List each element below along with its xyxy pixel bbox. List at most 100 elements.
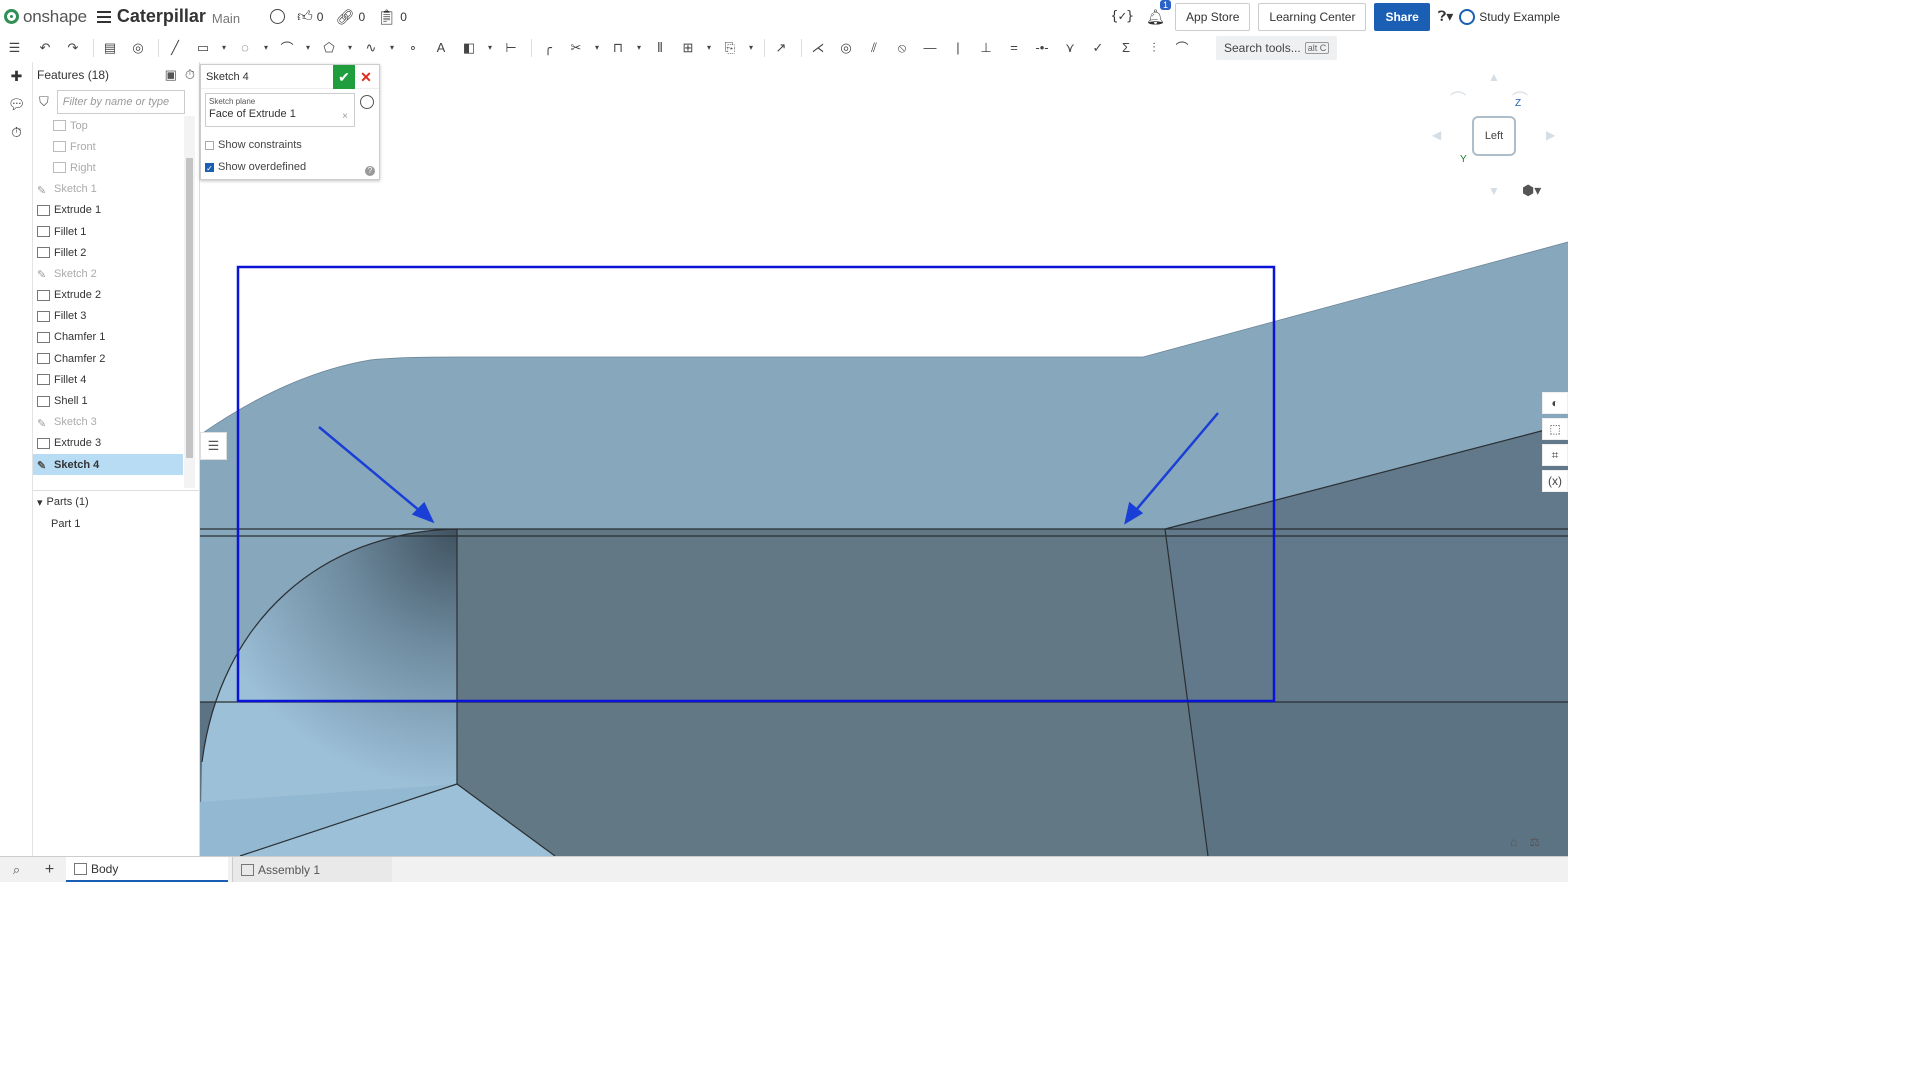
notifications-button[interactable]: 🔔︎ 1 xyxy=(1146,0,1172,26)
chevron-down-icon[interactable]: ▾ xyxy=(345,36,355,60)
construction-icon[interactable]: ◧ xyxy=(457,36,481,60)
mass-properties-icon[interactable]: ⌂ xyxy=(1510,835,1517,849)
add-folder-icon[interactable]: ▣ xyxy=(165,67,177,83)
likes-counter[interactable]: 👍︎ 0 xyxy=(297,8,323,26)
rotate-down-arrow-icon[interactable]: ▼ xyxy=(1488,184,1500,198)
part-item[interactable]: Part 1 xyxy=(33,513,200,534)
circle-icon[interactable]: ◌ xyxy=(233,36,257,60)
solve-icon[interactable]: ↗ xyxy=(769,36,793,60)
chevron-down-icon[interactable]: ▾ xyxy=(303,36,313,60)
graphics-viewport[interactable] xyxy=(200,62,1568,856)
insert-feature-icon[interactable]: ✚ xyxy=(0,62,33,90)
symmetric-icon[interactable]: Σ xyxy=(1114,36,1138,60)
feature-item-front[interactable]: Front xyxy=(33,136,183,157)
accept-check-icon[interactable]: ✔ xyxy=(333,65,355,89)
offset-icon[interactable]: ⊓ xyxy=(606,36,630,60)
variables-table-icon[interactable]: (x) xyxy=(1542,470,1568,492)
rotate-up-arrow-icon[interactable]: ▲ xyxy=(1488,70,1500,84)
history-icon[interactable]: ⏱ xyxy=(0,118,33,146)
onshape-logo[interactable]: onshape xyxy=(4,7,87,27)
rectangle-icon[interactable]: ▭ xyxy=(191,36,215,60)
show-constraints-checkbox[interactable]: Show constraints xyxy=(205,139,302,151)
text-icon[interactable]: A xyxy=(429,36,453,60)
help-icon[interactable]: ❓︎▾ xyxy=(1438,8,1453,25)
redo-icon[interactable]: ↷ xyxy=(61,36,85,60)
learning-center-button[interactable]: Learning Center xyxy=(1258,2,1367,31)
globe-icon[interactable] xyxy=(270,9,286,24)
clear-x-icon[interactable]: × xyxy=(342,111,348,122)
section-view-icon[interactable]: ⬚ xyxy=(1542,418,1568,440)
checkbox-unchecked[interactable] xyxy=(205,140,214,150)
feature-item-sketch-2[interactable]: ✎ Sketch 2 xyxy=(33,263,183,284)
show-overdefined-checkbox[interactable]: ✓ Show overdefined xyxy=(205,161,306,173)
tangent-icon[interactable]: ⦸ xyxy=(890,36,914,60)
menu-icon[interactable] xyxy=(96,10,111,23)
polygon-icon[interactable]: ⬠ xyxy=(317,36,341,60)
parts-header[interactable]: ▾ Parts (1) xyxy=(33,491,200,513)
feature-item-fillet-3[interactable]: Fillet 3 xyxy=(33,306,183,327)
copies-counter[interactable]: 📋︎ 0 xyxy=(377,8,407,26)
tab-body[interactable]: Body xyxy=(66,857,228,882)
feature-item-sketch-4[interactable]: ✎ Sketch 4 xyxy=(33,454,183,476)
tab-assembly-1[interactable]: Assembly 1 xyxy=(232,857,392,882)
app-store-button[interactable]: App Store xyxy=(1175,2,1251,31)
part-body[interactable] xyxy=(200,241,1568,856)
chevron-down-icon[interactable]: ▾ xyxy=(592,36,602,60)
pattern-icon[interactable]: ⊞ xyxy=(676,36,700,60)
feature-item-fillet-4[interactable]: Fillet 4 xyxy=(33,369,183,390)
checkbox-checked[interactable]: ✓ xyxy=(205,162,214,173)
search-tools-input[interactable]: Search tools... alt C xyxy=(1216,35,1338,60)
feature-item-chamfer-1[interactable]: Chamfer 1 xyxy=(33,327,183,348)
feature-item-extrude-1[interactable]: Extrude 1 xyxy=(33,200,183,221)
fix-icon[interactable]: ⫶ xyxy=(1142,36,1166,60)
measure-icon[interactable]: ⌗ xyxy=(1542,444,1568,466)
chevron-down-icon[interactable]: ▾ xyxy=(485,36,495,60)
feature-item-extrude-2[interactable]: Extrude 2 xyxy=(33,285,183,306)
filter-input[interactable]: Filter by name or type xyxy=(56,90,185,114)
rotate-left-arrow-icon[interactable]: ◀ xyxy=(1432,128,1441,142)
rotate-ccw-arrow-icon[interactable]: ⌒ xyxy=(1450,86,1466,110)
curvature-icon[interactable]: ⌒ xyxy=(1170,36,1194,60)
feature-list-scrollbar[interactable] xyxy=(184,116,195,488)
parallel-icon[interactable]: ⫽ xyxy=(862,36,886,60)
equal-icon[interactable]: = xyxy=(1002,36,1026,60)
spline-icon[interactable]: ∿ xyxy=(359,36,383,60)
tab-manager-icon[interactable]: ⌕ xyxy=(0,862,33,878)
perpendicular-icon[interactable]: ⊥ xyxy=(974,36,998,60)
chevron-down-icon[interactable]: ▾ xyxy=(746,36,756,60)
appearance-icon[interactable]: ◐ xyxy=(1542,392,1568,414)
render-mode-cube-icon[interactable]: ⬢▾ xyxy=(1522,182,1541,199)
feature-item-shell-1[interactable]: Shell 1 xyxy=(33,390,183,411)
chevron-down-icon[interactable]: ▾ xyxy=(261,36,271,60)
sketch-plane-field[interactable]: Sketch plane Face of Extrude 1 × xyxy=(205,93,355,127)
concentric-icon[interactable]: ◎ xyxy=(834,36,858,60)
filter-icon[interactable]: ⛉ xyxy=(39,94,49,110)
share-button[interactable]: Share xyxy=(1374,2,1430,31)
add-tab-icon[interactable]: + xyxy=(33,861,66,879)
use-icon[interactable]: ◎ xyxy=(126,36,150,60)
midpoint-icon[interactable]: -•- xyxy=(1030,36,1054,60)
line-icon[interactable]: ╱ xyxy=(163,36,187,60)
chevron-down-icon[interactable]: ▾ xyxy=(704,36,714,60)
units-icon[interactable]: ⚖ xyxy=(1529,835,1540,849)
trim-icon[interactable]: ✂ xyxy=(564,36,588,60)
scrollbar-thumb[interactable] xyxy=(186,158,193,458)
rollback-clock-icon[interactable]: ⏱ xyxy=(185,67,195,83)
feature-item-chamfer-2[interactable]: Chamfer 2 xyxy=(33,348,183,369)
links-counter[interactable]: 🔗︎ 0 xyxy=(335,8,365,26)
feature-list-icon[interactable]: ☰ xyxy=(3,36,27,60)
feature-item-sketch-3[interactable]: ✎ Sketch 3 xyxy=(33,412,183,433)
cancel-x-icon[interactable]: ✕ xyxy=(357,65,375,89)
sketch-list-icon[interactable]: ☰ xyxy=(200,432,227,460)
feature-item-extrude-3[interactable]: Extrude 3 xyxy=(33,433,183,454)
variables-icon[interactable]: {✓} xyxy=(1111,9,1134,24)
chevron-down-icon[interactable]: ▾ xyxy=(219,36,229,60)
feature-item-fillet-2[interactable]: Fillet 2 xyxy=(33,242,183,263)
chevron-down-icon[interactable]: ▾ xyxy=(634,36,644,60)
feature-item-fillet-1[interactable]: Fillet 1 xyxy=(33,221,183,242)
sketch-icon[interactable]: ▤ xyxy=(98,36,122,60)
arc-icon[interactable]: ⌒ xyxy=(275,36,299,60)
help-question-icon[interactable]: ? xyxy=(365,166,375,176)
feature-item-sketch-1[interactable]: ✎ Sketch 1 xyxy=(33,179,183,200)
fillet-sketch-icon[interactable]: ╭ xyxy=(536,36,560,60)
